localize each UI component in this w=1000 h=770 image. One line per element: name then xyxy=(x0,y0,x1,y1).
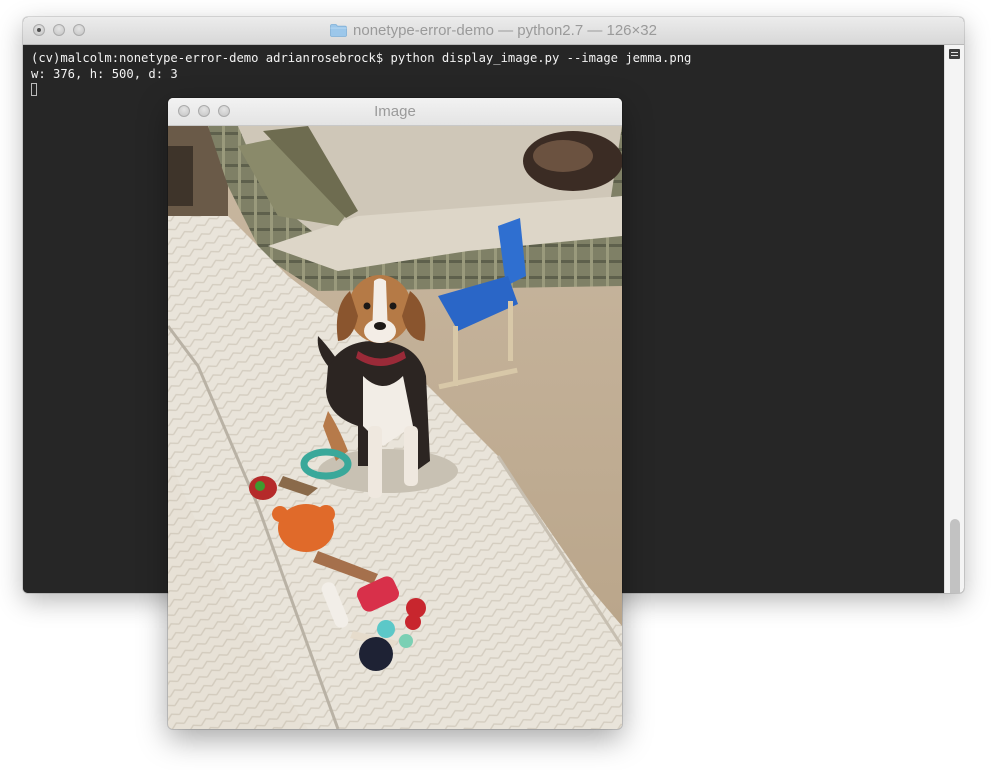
menu-icon[interactable] xyxy=(949,49,960,59)
displayed-image xyxy=(168,126,622,729)
terminal-scrollbar[interactable] xyxy=(944,45,964,593)
scrollbar-thumb[interactable] xyxy=(950,519,960,593)
beagle-photo xyxy=(168,126,622,729)
folder-icon xyxy=(330,24,347,37)
image-window-title: Image xyxy=(374,103,416,120)
terminal-title-text: nonetype-error-demo — python2.7 — 126×32 xyxy=(353,22,657,39)
text-cursor xyxy=(31,83,37,96)
terminal-line-command: (cv)malcolm:nonetype-error-demo adrianro… xyxy=(31,51,692,65)
terminal-title: nonetype-error-demo — python2.7 — 126×32 xyxy=(23,22,964,39)
image-window: Image xyxy=(168,98,622,729)
terminal-cursor-line xyxy=(31,82,944,98)
image-titlebar[interactable]: Image xyxy=(168,98,622,126)
terminal-line-output: w: 376, h: 500, d: 3 xyxy=(31,67,178,81)
terminal-titlebar[interactable]: nonetype-error-demo — python2.7 — 126×32 xyxy=(23,17,964,45)
